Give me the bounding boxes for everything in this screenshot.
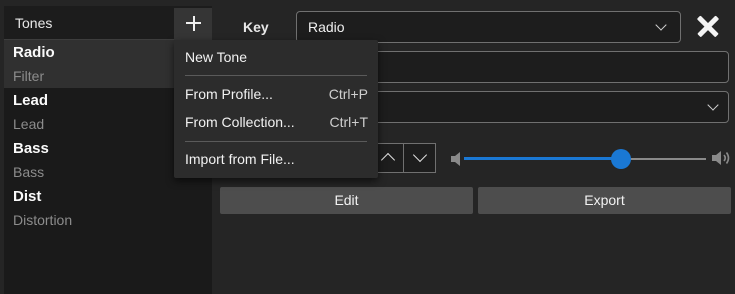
step-down-button[interactable] — [405, 144, 436, 172]
slider-fill — [464, 157, 622, 160]
tones-panel-header: Tones — [4, 6, 212, 40]
tone-editor-window: Tones Radio Filter Lead Lead Bass Bass D… — [0, 0, 735, 294]
tones-panel-title: Tones — [15, 15, 53, 31]
export-button[interactable]: Export — [478, 187, 731, 214]
tone-type: Distortion — [13, 212, 73, 228]
tone-name: Lead — [13, 92, 49, 109]
volume-high-icon — [712, 151, 730, 165]
edit-button[interactable]: Edit — [220, 187, 473, 214]
volume-slider[interactable] — [464, 149, 706, 169]
menu-item-label: Import from File... — [185, 151, 295, 167]
tone-name: Radio — [13, 44, 55, 61]
slider-thumb[interactable] — [611, 149, 632, 169]
menu-item-new-tone[interactable]: New Tone — [174, 45, 378, 69]
tone-type-select[interactable] — [370, 91, 729, 123]
menu-separator — [185, 75, 367, 76]
add-tone-menu: New Tone From Profile... Ctrl+P From Col… — [174, 40, 378, 178]
menu-item-label: New Tone — [185, 49, 248, 65]
tone-type: Lead — [13, 116, 45, 132]
tone-name: Dist — [13, 188, 42, 205]
chevron-down-icon — [655, 19, 667, 31]
menu-item-label: From Profile... — [185, 86, 273, 102]
menu-item-from-collection[interactable]: From Collection... Ctrl+T — [174, 110, 378, 134]
chevron-down-icon — [412, 147, 428, 163]
chevron-down-icon — [707, 99, 719, 111]
menu-item-shortcut: Ctrl+T — [329, 114, 369, 130]
key-select-value: Radio — [308, 19, 345, 35]
tone-type: Bass — [13, 164, 45, 180]
key-select[interactable]: Radio — [296, 11, 681, 43]
octave-stepper[interactable] — [372, 143, 436, 173]
key-label: Key — [243, 19, 269, 35]
chevron-up-icon — [380, 152, 396, 168]
menu-separator — [185, 141, 367, 142]
tone-item-dist[interactable]: Dist Distortion — [4, 184, 212, 232]
menu-item-label: From Collection... — [185, 114, 295, 130]
menu-item-shortcut: Ctrl+P — [328, 86, 368, 102]
close-button[interactable] — [692, 10, 726, 44]
tone-name-field[interactable] — [370, 51, 729, 83]
volume-low-icon — [451, 152, 460, 166]
add-tone-button[interactable] — [174, 8, 212, 40]
menu-item-from-profile[interactable]: From Profile... Ctrl+P — [174, 82, 378, 106]
tone-type: Filter — [13, 68, 45, 84]
menu-item-import-file[interactable]: Import from File... — [174, 147, 378, 171]
tone-name: Bass — [13, 140, 49, 157]
